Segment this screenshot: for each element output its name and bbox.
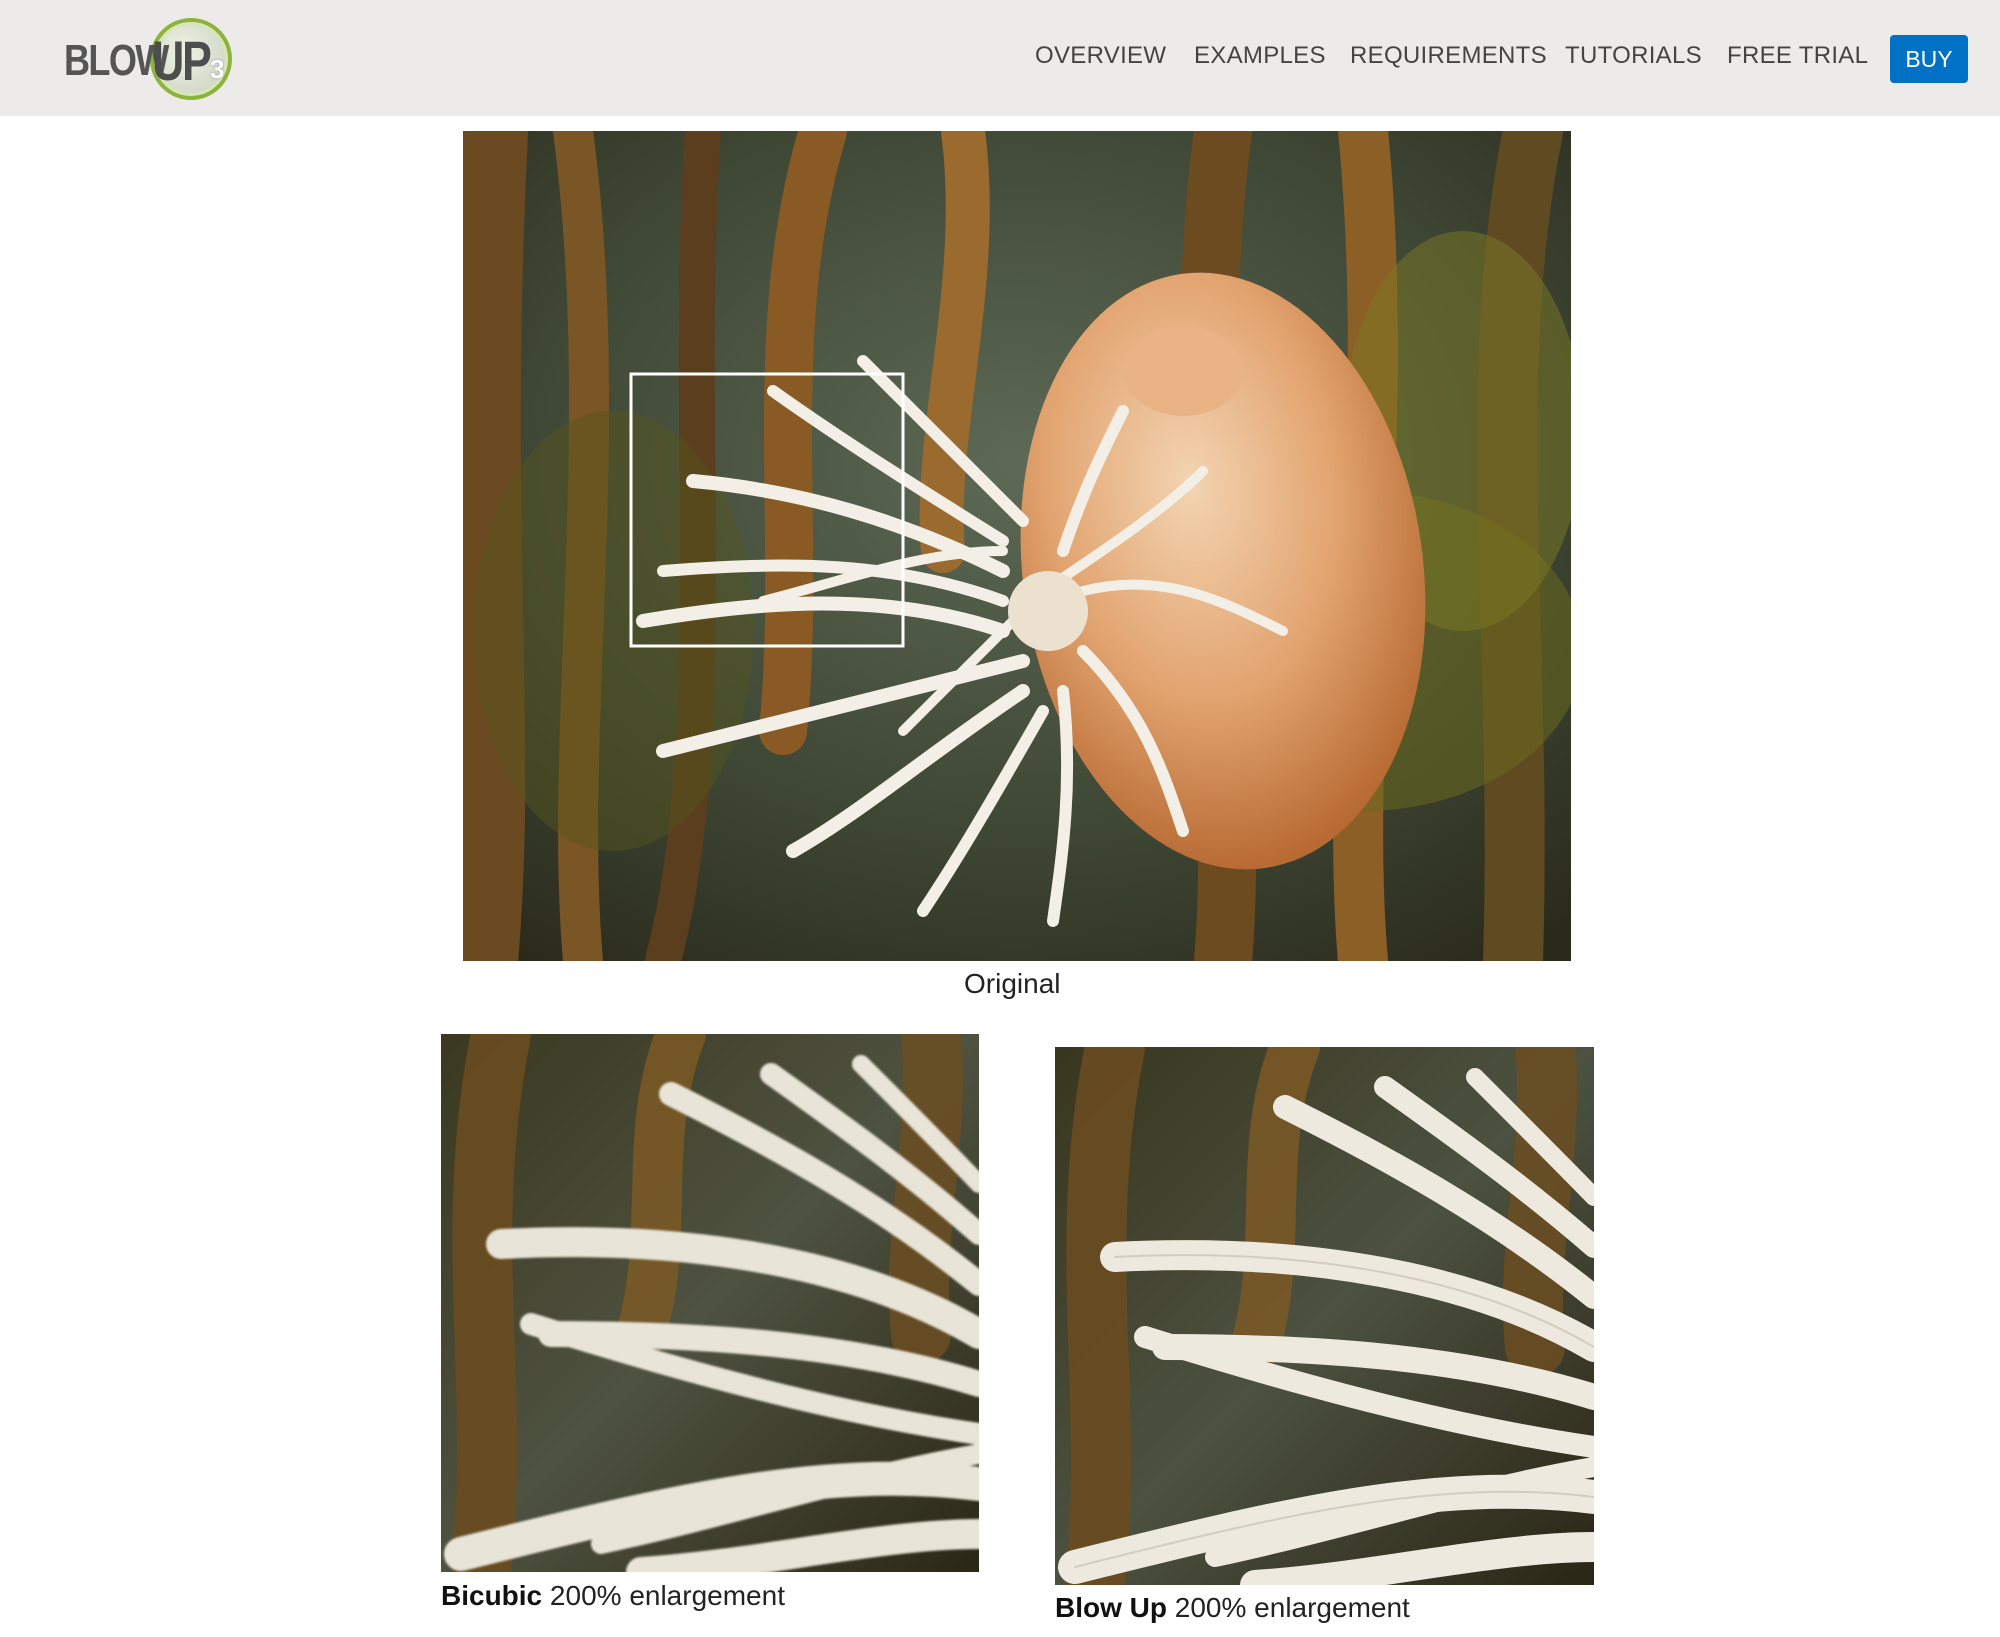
blowup-desc: 200% enlargement — [1167, 1592, 1410, 1623]
bicubic-caption: Bicubic 200% enlargement — [441, 1580, 785, 1612]
nav-tutorials[interactable]: TUTORIALS — [1565, 42, 1702, 70]
blow-up-logo[interactable]: BLOW UP 3 — [60, 14, 250, 104]
nav-requirements[interactable]: REQUIREMENTS — [1350, 42, 1547, 70]
blowup-method: Blow Up — [1055, 1592, 1167, 1623]
nav-overview[interactable]: OVERVIEW — [1035, 42, 1166, 70]
buy-button[interactable]: BUY — [1890, 35, 1968, 83]
site-header: BLOW UP 3 OVERVIEW EXAMPLES REQUIREMENTS… — [0, 0, 2000, 116]
nav-examples[interactable]: EXAMPLES — [1194, 42, 1326, 70]
original-caption: Original — [964, 968, 1061, 999]
bicubic-photo — [441, 1034, 979, 1572]
logo-up: UP — [152, 29, 212, 92]
bicubic-desc: 200% enlargement — [542, 1580, 785, 1611]
blowup-photo — [1055, 1047, 1594, 1585]
bicubic-method: Bicubic — [441, 1580, 543, 1611]
logo-version: 3 — [210, 54, 225, 84]
original-photo — [463, 131, 1571, 961]
blowup-caption: Blow Up 200% enlargement — [1055, 1592, 1410, 1624]
nav-free-trial[interactable]: FREE TRIAL — [1727, 42, 1868, 70]
